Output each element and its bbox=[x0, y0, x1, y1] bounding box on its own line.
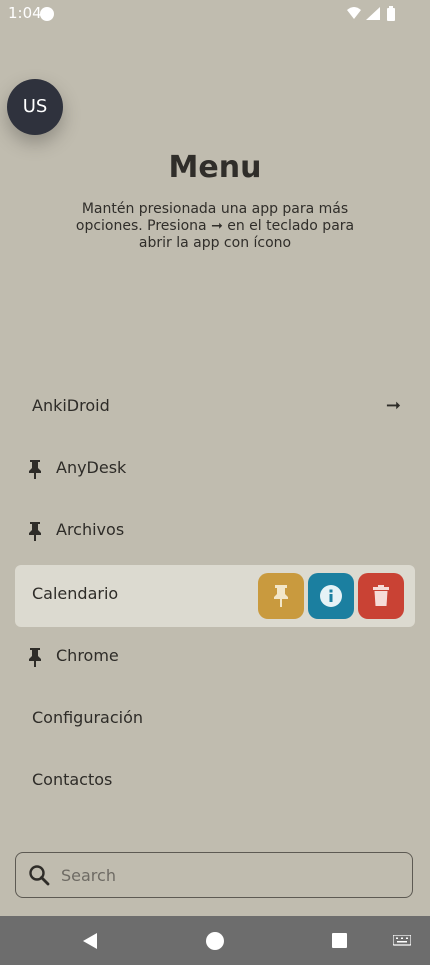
status-bar: 1:04 bbox=[0, 0, 430, 28]
info-button[interactable] bbox=[308, 573, 354, 619]
pin-icon bbox=[29, 648, 41, 667]
navigation-bar bbox=[0, 916, 430, 965]
app-row-archivos[interactable]: Archivos bbox=[15, 501, 415, 563]
app-row-anydesk[interactable]: AnyDesk bbox=[15, 439, 415, 501]
status-time: 1:04 bbox=[8, 4, 42, 22]
app-row-chrome[interactable]: Chrome bbox=[15, 627, 415, 689]
app-label: Calendario bbox=[32, 584, 119, 603]
page-subtitle: Mantén presionada una app para más opcio… bbox=[75, 201, 355, 251]
search-icon bbox=[29, 865, 50, 886]
app-row-contactos[interactable]: Contactos bbox=[15, 751, 415, 813]
keyboard-icon[interactable] bbox=[393, 935, 411, 947]
app-label: Chrome bbox=[56, 646, 119, 665]
notification-dot-icon bbox=[40, 7, 54, 21]
avatar[interactable]: US bbox=[7, 79, 63, 135]
app-label: Configuración bbox=[32, 708, 144, 727]
info-icon bbox=[320, 585, 342, 607]
page-title: Menu bbox=[168, 150, 262, 185]
home-icon[interactable] bbox=[205, 931, 225, 951]
pin-icon bbox=[29, 460, 41, 479]
wifi-icon bbox=[347, 7, 361, 19]
app-label: Contactos bbox=[32, 770, 113, 789]
battery-icon bbox=[387, 6, 395, 21]
pin-button[interactable] bbox=[258, 573, 304, 619]
status-icons bbox=[346, 6, 404, 26]
back-icon[interactable] bbox=[82, 932, 98, 950]
trash-icon bbox=[373, 585, 389, 606]
app-label: AnkiDroid bbox=[32, 396, 110, 415]
app-label: AnyDesk bbox=[56, 458, 127, 477]
signal-icon bbox=[366, 7, 380, 20]
pin-icon bbox=[274, 585, 288, 607]
pin-icon bbox=[29, 522, 41, 541]
search-input[interactable]: Search bbox=[15, 852, 413, 898]
open-arrow-icon[interactable]: ➞ bbox=[386, 395, 401, 416]
search-placeholder: Search bbox=[61, 866, 116, 885]
recents-icon[interactable] bbox=[332, 933, 347, 948]
app-label: Archivos bbox=[56, 520, 125, 539]
app-row-configuracion[interactable]: Configuración bbox=[15, 689, 415, 751]
delete-button[interactable] bbox=[358, 573, 404, 619]
app-row-ankidroid[interactable]: AnkiDroid ➞ bbox=[15, 377, 415, 439]
app-row-calendario[interactable]: Calendario bbox=[15, 565, 415, 627]
